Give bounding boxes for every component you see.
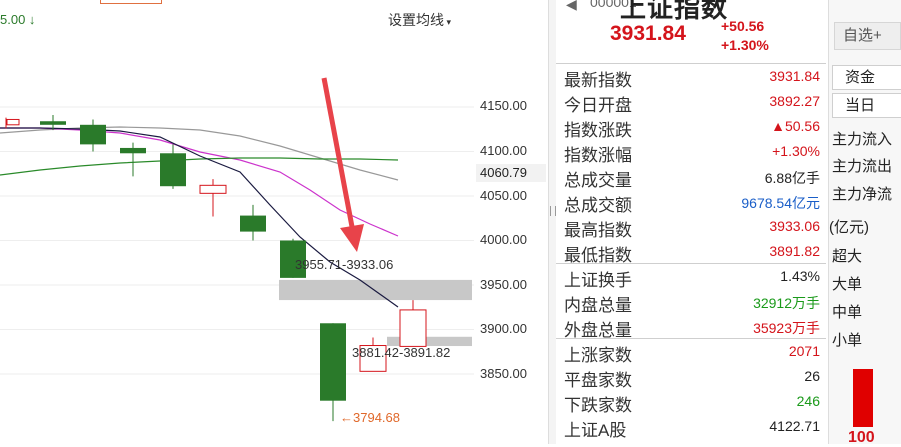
stat-value: 1.43% — [780, 268, 820, 284]
stat-label: 下跌家数 — [564, 396, 632, 415]
ma-value-label: 5.00 ↓ — [0, 12, 36, 27]
down-arrow-icon: ↓ — [25, 12, 36, 27]
stat-value: 3931.84 — [769, 68, 820, 84]
main-outflow-label: 主力流出 — [832, 158, 893, 175]
stat-value: 9678.54亿元 — [741, 195, 820, 211]
stat-row: 上证A股 4122.71 — [556, 414, 826, 440]
stat-label: 总成交量 — [564, 171, 632, 190]
size-super-large: 超大 — [832, 248, 863, 265]
annotation-arrow-head — [340, 224, 364, 252]
stat-row: 外盘总量 35923万手 — [556, 314, 826, 340]
stat-row: 下跌家数 246 — [556, 389, 826, 415]
stat-row: 内盘总量 32912万手 — [556, 289, 826, 315]
y-tick: 4050.00 — [480, 188, 527, 203]
candle-body-down — [320, 323, 346, 401]
candle-body-down — [40, 121, 66, 125]
stat-value: 3933.06 — [769, 218, 820, 234]
stat-row: 总成交量 6.88亿手 — [556, 164, 826, 190]
chevron-down-icon: ▾ — [444, 17, 452, 27]
stat-label: 上涨家数 — [564, 346, 632, 365]
stat-value: 3891.82 — [769, 243, 820, 259]
candle-body-down — [80, 124, 106, 145]
stat-row: 最新指数 3931.84 — [556, 64, 826, 90]
flow-bar-value: 100 — [848, 429, 875, 446]
ma-setting-button[interactable]: 设置均线 ▾ — [388, 10, 451, 30]
unit-label: (亿元) — [829, 219, 869, 236]
stat-row: 最高指数 3933.06 — [556, 214, 826, 240]
main-inflow-label: 主力流入 — [832, 131, 893, 148]
stat-value: +1.30% — [772, 143, 820, 159]
stat-value: 246 — [796, 393, 820, 409]
candle-body-up — [6, 118, 20, 126]
tab-funds[interactable]: 资金 — [832, 65, 901, 90]
stat-row: 今日开盘 3892.27 — [556, 89, 826, 115]
y-tick: 3950.00 — [480, 277, 527, 292]
size-small: 小单 — [832, 332, 863, 349]
low-price-label: ←3794.68 — [340, 410, 400, 425]
flow-bar — [853, 369, 873, 427]
stat-row: 平盘家数 26 — [556, 364, 826, 390]
stat-row: 上证换手 1.43% — [556, 264, 826, 290]
index-value: 3931.84 — [610, 22, 686, 45]
stat-value: 35923万手 — [753, 320, 820, 336]
stat-row: 最低指数 3891.82 — [556, 239, 826, 265]
candle-body-down — [120, 147, 146, 154]
stat-value: 4122.71 — [769, 418, 820, 434]
y-tick: 4150.00 — [480, 98, 527, 113]
stat-row: 指数涨跌 ▲50.56 — [556, 114, 826, 140]
gap-upper-label: 3955.71-3933.06 — [295, 257, 394, 272]
index-change-pct: +1.30% — [721, 37, 769, 53]
stat-label: 最高指数 — [564, 221, 632, 240]
gap-lower-label: 3881.42-3891.82 — [352, 345, 451, 360]
stat-value: 3892.27 — [769, 93, 820, 109]
add-watchlist-button[interactable]: 自选+ — [834, 22, 901, 50]
stat-label: 总成交额 — [564, 196, 632, 215]
stat-row: 指数涨幅 +1.30% — [556, 139, 826, 165]
stat-value: 26 — [804, 368, 820, 384]
stat-label: 上证A股 — [564, 421, 627, 440]
stat-value: 6.88亿手 — [764, 170, 820, 186]
stat-label: 上证换手 — [564, 271, 632, 290]
stat-label: 今日开盘 — [564, 96, 632, 115]
main-net-label: 主力净流 — [832, 186, 893, 203]
candle-body-down — [240, 215, 266, 232]
section-divider — [556, 263, 826, 264]
previous-arrow-icon[interactable]: ◀ — [566, 0, 577, 13]
current-price-marker: 4060.79 — [476, 164, 546, 182]
gap-band-upper — [279, 279, 472, 301]
candle-body-down — [160, 153, 186, 187]
stat-label: 指数涨幅 — [564, 146, 632, 165]
candle-body-up — [199, 184, 227, 194]
stat-label: 平盘家数 — [564, 371, 632, 390]
y-tick: 4100.00 — [480, 143, 527, 158]
stat-row: 总成交额 9678.54亿元 — [556, 189, 826, 215]
stat-row: 上涨家数 2071 — [556, 339, 826, 365]
candle-body-up — [399, 309, 427, 347]
y-tick: 3900.00 — [480, 321, 527, 336]
section-divider — [556, 338, 826, 339]
tab-today[interactable]: 当日 — [832, 93, 901, 118]
kline-svg — [0, 77, 474, 422]
chart-tab-stub[interactable] — [100, 0, 162, 4]
stat-value: ▲50.56 — [771, 118, 820, 134]
stat-label: 指数涨跌 — [564, 121, 632, 140]
stat-label: 最新指数 — [564, 71, 632, 90]
stat-value: 2071 — [788, 343, 820, 359]
y-tick: 4000.00 — [480, 232, 527, 247]
y-tick: 3850.00 — [480, 366, 527, 381]
stat-value: 32912万手 — [753, 295, 820, 311]
size-large: 大单 — [832, 276, 863, 293]
stat-label: 内盘总量 — [564, 296, 632, 315]
size-medium: 中单 — [832, 304, 863, 321]
kline-chart[interactable]: 5.00 ↓ 设置均线 ▾ 4150.00 4100.00 4060.79 40… — [0, 0, 548, 444]
index-change: +50.56 — [721, 18, 765, 34]
